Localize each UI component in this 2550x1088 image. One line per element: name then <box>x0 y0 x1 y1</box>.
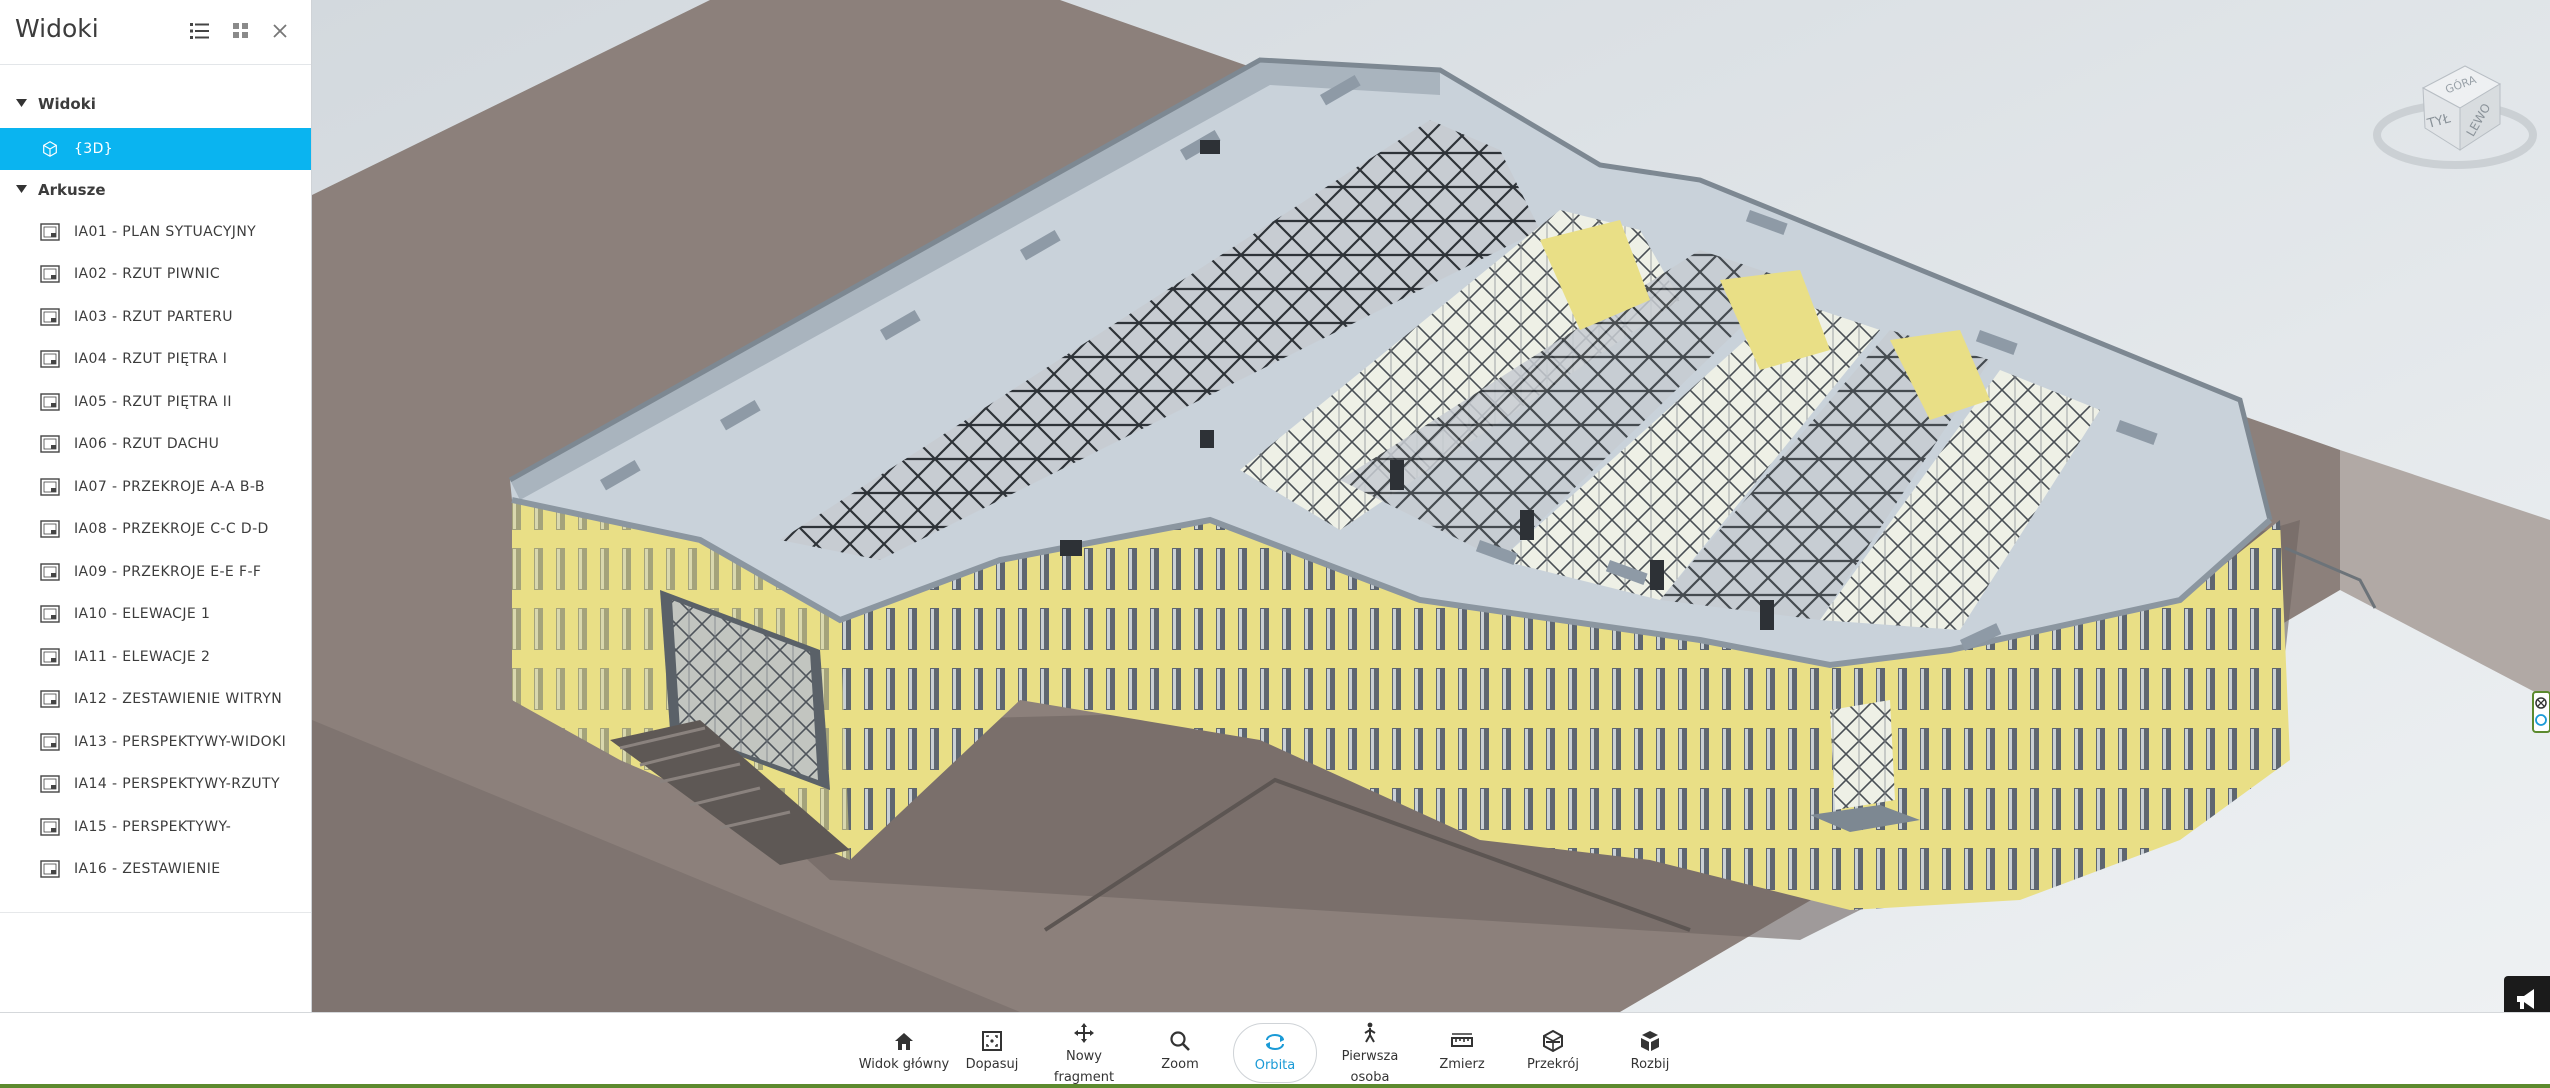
explode-icon <box>1641 1031 1659 1051</box>
zoom-button[interactable]: Zoom <box>1150 1019 1210 1083</box>
section-views-header[interactable]: Widoki <box>0 84 311 124</box>
viewcube[interactable]: GÓRA TYŁ LEWO <box>2360 40 2540 180</box>
sheet-item[interactable]: IA09 - PRZEKROJE E-E F-F <box>0 551 311 593</box>
sheet-item-label: IA12 - ZESTAWIENIE WITRYN <box>74 691 283 707</box>
tool-label: Nowy fragment <box>1053 1049 1115 1085</box>
view-item-3d[interactable]: {3D} <box>0 128 311 170</box>
sheet-item-label: IA05 - RZUT PIĘTRA II <box>74 394 232 410</box>
sheet-icon <box>40 775 60 793</box>
home-icon <box>895 1033 913 1050</box>
first-person-button[interactable]: Pierwsza osoba <box>1330 1019 1410 1085</box>
sheet-item-label: IA03 - RZUT PARTERU <box>74 309 233 325</box>
section-views-label: Widoki <box>38 95 96 113</box>
sheet-item-label: IA09 - PRZEKROJE E-E F-F <box>74 564 262 580</box>
sheet-icon <box>40 563 60 581</box>
new-fragment-button[interactable]: Nowy fragment <box>1044 1019 1124 1085</box>
sheet-icon <box>40 690 60 708</box>
measure-icon <box>1451 1033 1473 1047</box>
sheet-icon <box>40 605 60 623</box>
first-person-icon <box>1364 1022 1376 1043</box>
sheet-item[interactable]: IA13 - PERSPEKTYWY-WIDOKI <box>0 721 311 763</box>
sheet-item-label: IA04 - RZUT PIĘTRA I <box>74 351 228 367</box>
section-icon <box>1543 1029 1563 1053</box>
panel-header: Widoki <box>0 0 311 65</box>
sheet-item[interactable]: IA02 - RZUT PIWNIC <box>0 253 311 295</box>
sheet-item[interactable]: IA06 - RZUT DACHU <box>0 423 311 465</box>
list-divider <box>0 912 311 913</box>
sheet-item-label: IA01 - PLAN SYTUACYJNY <box>74 224 257 240</box>
tool-label: Przekrój <box>1527 1057 1579 1072</box>
sheet-item[interactable]: IA01 - PLAN SYTUACYJNY <box>0 211 311 253</box>
sheet-item[interactable]: IA05 - RZUT PIĘTRA II <box>0 381 311 423</box>
sheet-icon <box>40 520 60 538</box>
measure-button[interactable]: Zmierz <box>1432 1019 1492 1083</box>
tool-label: Zmierz <box>1439 1057 1485 1072</box>
caret-down-icon <box>16 99 27 107</box>
tool-label: Widok główny <box>858 1057 950 1072</box>
tool-label: Zoom <box>1161 1057 1199 1072</box>
home-view-button[interactable]: Widok główny <box>858 1019 950 1083</box>
sheet-item[interactable]: IA14 - PERSPEKTYWY-RZUTY <box>0 763 311 805</box>
sheet-icon <box>40 860 60 878</box>
panel-title: Widoki <box>15 14 99 43</box>
orbit-button[interactable]: Orbita <box>1233 1023 1317 1083</box>
sheet-item-label: IA15 - PERSPEKTYWY- <box>74 819 232 835</box>
zoom-icon <box>1170 1031 1190 1051</box>
sheet-item[interactable]: IA08 - PRZEKROJE C-C D-D <box>0 508 311 550</box>
sheet-item[interactable]: IA10 - ELEWACJE 1 <box>0 593 311 635</box>
sheet-item-label: IA13 - PERSPEKTYWY-WIDOKI <box>74 734 287 750</box>
sheet-item[interactable]: IA03 - RZUT PARTERU <box>0 296 311 338</box>
toolbar-accent-bar <box>0 1084 2550 1088</box>
grid-view-icon[interactable] <box>227 17 255 45</box>
section-sheets-header[interactable]: Arkusze <box>0 170 311 210</box>
sheet-icon <box>40 818 60 836</box>
close-icon[interactable] <box>266 17 294 45</box>
sheet-item[interactable]: IA12 - ZESTAWIENIE WITRYN <box>0 678 311 720</box>
tool-label: Pierwsza osoba <box>1341 1049 1399 1085</box>
orbit-icon <box>1266 1034 1284 1050</box>
view-item-label: {3D} <box>74 141 114 157</box>
caret-down-icon <box>16 185 27 193</box>
section-sheets-label: Arkusze <box>38 181 106 199</box>
sheet-icon <box>40 223 60 241</box>
sheet-item-label: IA02 - RZUT PIWNIC <box>74 266 221 282</box>
sheet-item[interactable]: IA04 - RZUT PIĘTRA I <box>0 338 311 380</box>
fit-button[interactable]: Dopasuj <box>960 1019 1024 1083</box>
sheet-icon <box>40 265 60 283</box>
sheet-item[interactable]: IA16 - ZESTAWIENIE <box>0 848 311 890</box>
explode-button[interactable]: Rozbij <box>1618 1019 1682 1083</box>
sheet-icon <box>40 648 60 666</box>
tool-label: Orbita <box>1254 1058 1296 1073</box>
list-view-icon[interactable] <box>186 17 214 45</box>
building-3d-model[interactable] <box>312 0 2550 1012</box>
sheet-icon <box>40 393 60 411</box>
sheet-icon <box>40 435 60 453</box>
sheet-item[interactable]: IA15 - PERSPEKTYWY- <box>0 806 311 848</box>
views-panel: Widoki Widoki {3D} Arkusze IA01 - PLAN S… <box>0 0 312 1012</box>
sheet-item[interactable]: IA11 - ELEWACJE 2 <box>0 636 311 678</box>
model-viewport[interactable] <box>312 0 2550 1012</box>
sheet-item-label: IA11 - ELEWACJE 2 <box>74 649 211 665</box>
tool-label: Rozbij <box>1630 1057 1670 1072</box>
sheet-item[interactable]: IA07 - PRZEKROJE A-A B-B <box>0 466 311 508</box>
section-button[interactable]: Przekrój <box>1520 1019 1586 1083</box>
fit-icon <box>982 1031 1002 1051</box>
edge-widget-icon[interactable] <box>2532 690 2550 734</box>
sheet-item-label: IA16 - ZESTAWIENIE <box>74 861 221 877</box>
viewer-toolbar: Widok główny Dopasuj Nowy fragment Zoom … <box>0 1012 2550 1088</box>
sheet-item-label: IA07 - PRZEKROJE A-A B-B <box>74 479 265 495</box>
sheet-item-label: IA14 - PERSPEKTYWY-RZUTY <box>74 776 280 792</box>
pan-icon <box>1074 1023 1094 1043</box>
sheet-icon <box>40 478 60 496</box>
sheet-icon <box>40 308 60 326</box>
cube-3d-icon <box>43 141 57 157</box>
tool-label: Dopasuj <box>965 1057 1019 1072</box>
sheet-icon <box>40 350 60 368</box>
sheet-icon <box>40 733 60 751</box>
sheet-item-label: IA10 - ELEWACJE 1 <box>74 606 211 622</box>
sheet-item-label: IA06 - RZUT DACHU <box>74 436 220 452</box>
sheet-item-label: IA08 - PRZEKROJE C-C D-D <box>74 521 269 537</box>
